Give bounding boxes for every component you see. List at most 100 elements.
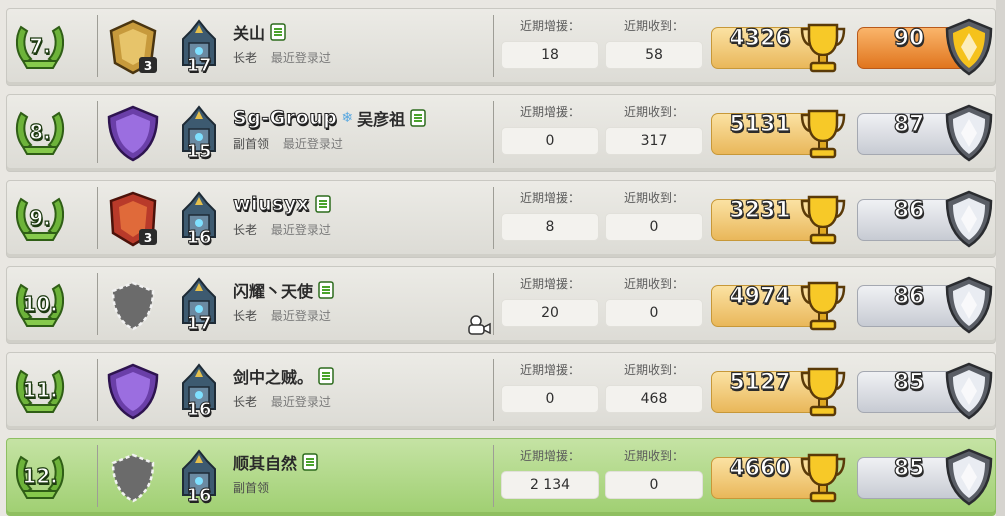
received-value: 0 [605,299,703,327]
member-row[interactable]: 8. 15 Sg-Group ❄ 吴彦祖 副首领 最近登录过 近期增援： 0 近… [6,94,996,172]
player-role: 长老 [233,395,258,409]
donated-column: 近期增援： 18 [501,15,599,79]
legend-league-icon [107,105,159,162]
clan-member-list[interactable]: 7. 3 17 ❄ 关山 [0,0,1005,516]
member-row[interactable]: 9. 3 16 wiusyx ❄ [6,180,996,258]
donated-column: 近期增援： 0 [501,101,599,165]
divider [853,359,854,421]
league-badge[interactable] [103,103,163,163]
town-hall-level: 17 [186,313,212,335]
member-row[interactable]: 7. 3 17 ❄ 关山 [6,8,996,86]
received-value: 0 [605,213,703,241]
player-name[interactable]: ❄ 顺其自然 [233,449,483,475]
received-column: 近期收到： 0 [605,273,703,337]
donated-label: 近期增援： [519,277,580,291]
received-column: 近期收到： 0 [605,187,703,251]
town-hall: 16 [173,361,225,423]
war-stars-value: 90 [893,25,925,51]
player-name-latin: Sg-Group [232,107,338,130]
player-name-suffix: 吴彦祖 [357,110,406,129]
player-info[interactable]: ❄ 闪耀丶天使 长老 最近登录过 [233,277,483,335]
player-info[interactable]: ❄ 剑中之贼。 长老 最近登录过 [233,363,483,421]
champion-league-icon: 3 [109,191,157,247]
trophy-value: 4974 [729,283,791,309]
trophy-icon [800,281,846,331]
war-stars: 86 [853,275,995,335]
divider [97,273,98,335]
town-hall: 17 [173,17,225,79]
donated-column: 近期增援： 20 [501,273,599,337]
town-hall-level: 15 [186,141,212,163]
town-hall: 16 [173,447,225,509]
rank-number: 8. [29,119,52,144]
league-badge[interactable]: 3 [103,17,163,77]
rank-number: 12. [22,463,59,488]
rank-badge: 8. [13,107,67,157]
donated-label: 近期增援： [519,105,580,119]
league-badge[interactable] [103,361,163,421]
player-name-cjk: 关山 [233,24,266,43]
donated-value: 8 [501,213,599,241]
donations-panel: 近期增援： 18 近期收到： 58 [497,15,707,79]
scrollbar[interactable] [996,0,1005,516]
league-level-number: 3 [144,59,152,73]
divider [493,445,494,507]
received-value: 317 [605,127,703,155]
player-info[interactable]: ❄ 关山 长老 最近登录过 [233,19,483,77]
member-row[interactable]: 10. 17 ❄ 闪耀丶天使 [6,266,996,344]
rank-badge: 9. [13,193,67,243]
divider [493,187,494,249]
spectate-icon[interactable] [467,315,491,335]
player-name[interactable]: ❄ 剑中之贼。 [233,363,483,389]
divider [853,187,854,249]
rank-number: 9. [29,205,52,230]
rank-badge: 11. [13,365,67,415]
member-row[interactable]: 12. 16 ❄ 顺其自然 [6,438,996,516]
received-label: 近期收到： [623,191,684,205]
titan-league-icon: 3 [109,19,157,75]
divider [853,15,854,77]
player-role: 长老 [233,223,258,237]
war-stars-value: 87 [893,111,925,137]
trophy-value: 5131 [729,111,791,137]
trophy-icon [800,453,846,503]
player-meta: 长老 最近登录过 [233,221,483,238]
donated-label: 近期增援： [519,363,580,377]
donated-label: 近期增援： [519,449,580,463]
player-meta: 副首领 [233,479,483,496]
gold-war-league-icon [945,18,993,76]
received-label: 近期收到： [623,19,684,33]
league-badge[interactable]: 3 [103,189,163,249]
war-stars-value: 86 [893,197,925,223]
player-name[interactable]: Sg-Group ❄ 吴彦祖 [232,105,483,131]
war-stars: 90 [853,17,995,77]
war-stars: 85 [853,361,995,421]
donated-value: 0 [501,127,599,155]
trophy-icon [800,109,846,159]
player-name[interactable]: wiusyx ❄ [233,191,483,217]
member-row[interactable]: 11. 16 ❄ 剑中之贼。 [6,352,996,430]
silver-war-league-icon [945,362,993,420]
town-hall: 16 [173,189,225,251]
divider [97,359,98,421]
divider [853,101,854,163]
league-badge[interactable] [103,447,163,507]
player-info[interactable]: wiusyx ❄ 长老 最近登录过 [233,191,483,249]
player-meta: 长老 最近登录过 [233,49,483,66]
last-seen: 最近登录过 [270,51,331,65]
donated-column: 近期增援： 8 [501,187,599,251]
trophy-count: 5127 [707,363,846,419]
town-hall: 17 [173,275,225,337]
player-meta: 副首领 最近登录过 [233,135,483,152]
war-stars: 85 [853,447,995,507]
player-name[interactable]: ❄ 闪耀丶天使 [233,277,483,303]
player-info[interactable]: Sg-Group ❄ 吴彦祖 副首领 最近登录过 [232,105,483,163]
divider [97,445,98,507]
divider [97,187,98,249]
silver-war-league-icon [945,448,993,506]
player-name[interactable]: ❄ 关山 [233,19,483,45]
player-info[interactable]: ❄ 顺其自然 副首领 [233,449,483,507]
trophy-count: 5131 [707,105,846,161]
league-badge[interactable] [103,275,163,335]
trophy-value: 4326 [729,25,791,51]
